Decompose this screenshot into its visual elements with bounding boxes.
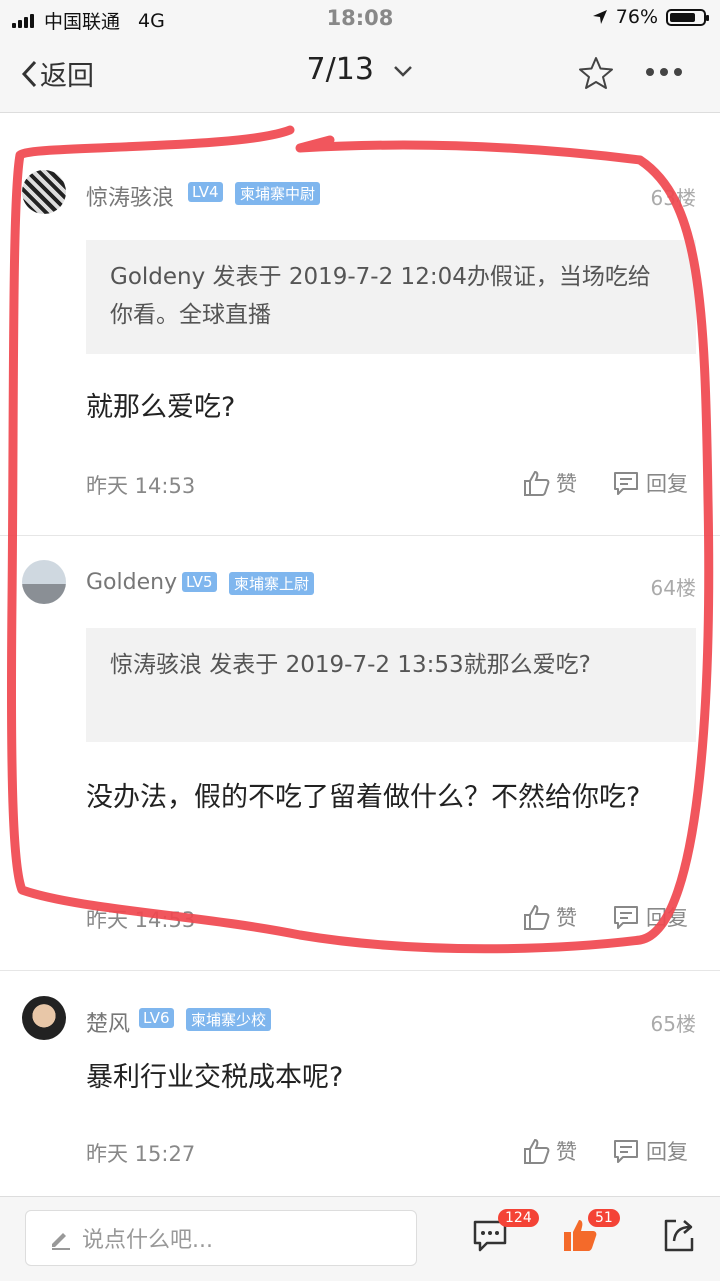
post-content: 没办法，假的不吃了留着做什么？不然给你吃? bbox=[86, 782, 641, 813]
more-icon[interactable] bbox=[646, 68, 682, 76]
quote-block: Goldeny 发表于 2019-7-2 12:04办假证，当场吃给你看。全球直… bbox=[86, 240, 696, 354]
like-button[interactable]: 赞 bbox=[522, 902, 577, 932]
star-icon[interactable] bbox=[578, 56, 614, 90]
like-count-badge: 51 bbox=[588, 1209, 620, 1227]
post-content: 就那么爱吃? bbox=[86, 392, 236, 423]
comment-count-badge: 124 bbox=[498, 1209, 539, 1227]
reply-button[interactable]: 回复 bbox=[612, 468, 688, 498]
floor-number: 64楼 bbox=[650, 576, 696, 600]
nav-bar: 返回 7/13 bbox=[0, 36, 720, 113]
floor-number: 65楼 bbox=[650, 1012, 696, 1036]
like-label: 赞 bbox=[556, 1140, 577, 1164]
divider bbox=[0, 970, 720, 971]
page-indicator: 7/13 bbox=[306, 52, 374, 87]
reply-button[interactable]: 回复 bbox=[612, 902, 688, 932]
comment-input[interactable]: 说点什么吧... bbox=[25, 1210, 417, 1266]
post-63: 惊涛骇浪 LV4 柬埔寨中尉 63楼 Goldeny 发表于 2019-7-2 … bbox=[0, 150, 720, 535]
comments-button[interactable]: 124 bbox=[472, 1209, 539, 1257]
like-button[interactable]: 赞 bbox=[522, 468, 577, 498]
pencil-icon bbox=[52, 1233, 70, 1250]
post-content: 暴利行业交税成本呢? bbox=[86, 1062, 344, 1093]
reply-label: 回复 bbox=[646, 906, 688, 930]
thumbs-up-icon bbox=[524, 904, 550, 930]
status-bar: 中国联通 4G 18:08 76% bbox=[0, 0, 720, 36]
reply-button[interactable]: 回复 bbox=[612, 1136, 688, 1166]
thumbs-up-icon bbox=[524, 470, 550, 496]
username[interactable]: 楚风 bbox=[86, 1006, 130, 1038]
bottom-bar: 说点什么吧... 124 51 bbox=[0, 1196, 720, 1281]
reply-label: 回复 bbox=[646, 1140, 688, 1164]
like-label: 赞 bbox=[556, 906, 577, 930]
share-icon bbox=[664, 1219, 694, 1252]
share-button[interactable] bbox=[662, 1217, 696, 1257]
input-placeholder: 说点什么吧... bbox=[82, 1228, 213, 1253]
chevron-down-icon bbox=[394, 65, 413, 77]
rank-badge: 柬埔寨上尉 bbox=[229, 572, 315, 595]
thumbs-up-icon bbox=[524, 1138, 550, 1164]
avatar[interactable] bbox=[22, 170, 66, 214]
rank-badge: 柬埔寨少校 bbox=[186, 1008, 272, 1031]
level-badge: LV6 bbox=[139, 1008, 174, 1028]
avatar[interactable] bbox=[22, 560, 66, 604]
location-arrow-icon bbox=[592, 10, 607, 24]
battery-icon bbox=[666, 8, 709, 26]
avatar[interactable] bbox=[22, 996, 66, 1040]
rank-badge: 柬埔寨中尉 bbox=[235, 182, 321, 205]
username[interactable]: Goldeny bbox=[86, 570, 177, 595]
post-time: 昨天 14:53 bbox=[86, 474, 196, 498]
quote-block: 惊涛骇浪 发表于 2019-7-2 13:53就那么爱吃? bbox=[86, 628, 696, 742]
level-badge: LV5 bbox=[182, 572, 217, 592]
divider bbox=[0, 535, 720, 536]
like-post-button[interactable]: 51 bbox=[562, 1209, 620, 1257]
floor-number: 63楼 bbox=[650, 186, 696, 210]
post-time: 昨天 14:53 bbox=[86, 908, 196, 932]
battery-percent: 76% bbox=[615, 6, 658, 28]
comment-icon bbox=[614, 1140, 638, 1163]
post-65: 楚风 LV6 柬埔寨少校 65楼 暴利行业交税成本呢? 昨天 15:27 赞 回… bbox=[0, 976, 720, 1191]
post-time: 昨天 15:27 bbox=[86, 1142, 196, 1166]
comment-icon bbox=[614, 472, 638, 495]
comment-icon bbox=[614, 906, 638, 929]
level-badge: LV4 bbox=[188, 182, 223, 202]
like-button[interactable]: 赞 bbox=[522, 1136, 577, 1166]
username[interactable]: 惊涛骇浪 bbox=[86, 180, 174, 212]
reply-label: 回复 bbox=[646, 472, 688, 496]
post-64: Goldeny LV5 柬埔寨上尉 64楼 惊涛骇浪 发表于 2019-7-2 … bbox=[0, 540, 720, 960]
like-label: 赞 bbox=[556, 472, 577, 496]
